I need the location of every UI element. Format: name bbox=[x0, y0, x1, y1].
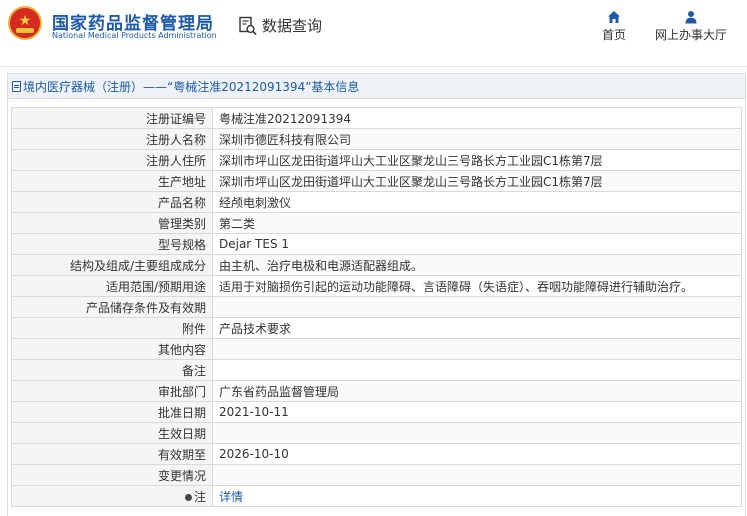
table-row: 产品名称 经颅电刺激仪 bbox=[11, 191, 742, 213]
field-label: 备注 bbox=[11, 359, 213, 381]
field-value bbox=[212, 359, 742, 381]
nav-home[interactable]: 首页 bbox=[597, 10, 631, 43]
national-emblem-icon: ★ bbox=[8, 6, 42, 40]
field-label: 注册人名称 bbox=[11, 128, 213, 150]
field-value bbox=[212, 422, 742, 444]
table-row: 其他内容 bbox=[11, 338, 742, 360]
field-value bbox=[212, 338, 742, 360]
org-name-en: National Medical Products Administration bbox=[52, 31, 217, 40]
field-label: 型号规格 bbox=[11, 233, 213, 255]
field-value: 深圳市坪山区龙田街道坪山大工业区聚龙山三号路长方工业园C1栋第7层 bbox=[212, 170, 742, 192]
table-row: 注册人名称 深圳市德匠科技有限公司 bbox=[11, 128, 742, 150]
field-value: Dejar TES 1 bbox=[212, 233, 742, 255]
field-label: 其他内容 bbox=[11, 338, 213, 360]
site-header: ★ 国家药品监督管理局 National Medical Products Ad… bbox=[0, 0, 747, 67]
user-icon bbox=[685, 11, 697, 24]
document-search-icon bbox=[239, 16, 257, 35]
table-row: 管理类别 第二类 bbox=[11, 212, 742, 234]
table-row: 附件 产品技术要求 bbox=[11, 317, 742, 339]
table-row: 型号规格 Dejar TES 1 bbox=[11, 233, 742, 255]
note-value-cell: 详情 bbox=[212, 485, 742, 507]
field-label: 有效期至 bbox=[11, 443, 213, 465]
panel-title-bar: 境内医疗器械（注册）——“粤械注准20212091394”基本信息 bbox=[8, 74, 745, 99]
table-row: 变更情况 bbox=[11, 464, 742, 486]
field-value: 深圳市德匠科技有限公司 bbox=[212, 128, 742, 150]
nav-home-label: 首页 bbox=[601, 28, 626, 42]
table-row: 生产地址 深圳市坪山区龙田街道坪山大工业区聚龙山三号路长方工业园C1栋第7层 bbox=[11, 170, 742, 192]
document-icon bbox=[12, 80, 21, 92]
field-value bbox=[212, 296, 742, 318]
field-value: 经颅电刺激仪 bbox=[212, 191, 742, 213]
field-value: 产品技术要求 bbox=[212, 317, 742, 339]
panel-title: 境内医疗器械（注册）——“粤械注准20212091394”基本信息 bbox=[23, 79, 360, 94]
field-label: 批准日期 bbox=[11, 401, 213, 423]
field-value: 由主机、治疗电极和电源适配器组成。 bbox=[212, 254, 742, 276]
table-row: 结构及组成/主要组成成分 由主机、治疗电极和电源适配器组成。 bbox=[11, 254, 742, 276]
table-row: 产品储存条件及有效期 bbox=[11, 296, 742, 318]
info-table: 注册证编号 粤械注准20212091394 注册人名称 深圳市德匠科技有限公司 注册人住… bbox=[11, 107, 742, 507]
data-query-link[interactable]: 数据查询 bbox=[238, 15, 322, 36]
info-panel: 境内医疗器械（注册）——“粤械注准20212091394”基本信息 注册证编号粤… bbox=[7, 73, 746, 516]
home-icon bbox=[608, 11, 620, 23]
field-label: 注册证编号 bbox=[11, 107, 213, 129]
field-label: 管理类别 bbox=[11, 212, 213, 234]
table-row: 批准日期 2021-10-11 bbox=[11, 401, 742, 423]
field-label: 变更情况 bbox=[11, 464, 213, 486]
field-label: 审批部门 bbox=[11, 380, 213, 402]
table-row: 注册人住所 深圳市坪山区龙田街道坪山大工业区聚龙山三号路长方工业园C1栋第7层 bbox=[11, 149, 742, 171]
field-label: 生产地址 bbox=[11, 170, 213, 192]
field-value: 深圳市坪山区龙田街道坪山大工业区聚龙山三号路长方工业园C1栋第7层 bbox=[212, 149, 742, 171]
table-row: 注册证编号 粤械注准20212091394 bbox=[11, 107, 742, 129]
field-value: 2021-10-11 bbox=[212, 401, 742, 423]
bullet-icon bbox=[184, 493, 192, 501]
details-link[interactable]: 详情 bbox=[219, 490, 243, 504]
field-label: 适用范围/预期用途 bbox=[11, 275, 213, 297]
table-row: 有效期至 2026-10-10 bbox=[11, 443, 742, 465]
field-value: 2026-10-10 bbox=[212, 443, 742, 465]
nav-online-service[interactable]: 网上办事大厅 bbox=[650, 10, 732, 43]
field-value: 广东省药品监督管理局 bbox=[212, 380, 742, 402]
table-row: 备注 bbox=[11, 359, 742, 381]
note-label-cell: 注 bbox=[11, 485, 213, 507]
field-label: 结构及组成/主要组成成分 bbox=[11, 254, 213, 276]
nav-online-service-label: 网上办事大厅 bbox=[654, 28, 727, 42]
table-row: 生效日期 bbox=[11, 422, 742, 444]
table-row: 适用范围/预期用途 适用于对脑损伤引起的运动功能障碍、言语障碍（失语症）、吞咽功能… bbox=[11, 275, 742, 297]
field-label: 生效日期 bbox=[11, 422, 213, 444]
field-label: 产品名称 bbox=[11, 191, 213, 213]
field-value: 粤械注准20212091394 bbox=[212, 107, 742, 129]
field-value: 第二类 bbox=[212, 212, 742, 234]
table-row-note: 注详情 bbox=[11, 485, 742, 507]
field-label: 产品储存条件及有效期 bbox=[11, 296, 213, 318]
field-label: 附件 bbox=[11, 317, 213, 339]
field-value: 适用于对脑损伤引起的运动功能障碍、言语障碍（失语症）、吞咽功能障碍进行辅助治疗。 bbox=[212, 275, 742, 297]
field-label: 注册人住所 bbox=[11, 149, 213, 171]
table-row: 审批部门 广东省药品监督管理局 bbox=[11, 380, 742, 402]
field-value bbox=[212, 464, 742, 486]
note-label: 注 bbox=[193, 489, 206, 504]
data-query-label: 数据查询 bbox=[262, 17, 323, 35]
